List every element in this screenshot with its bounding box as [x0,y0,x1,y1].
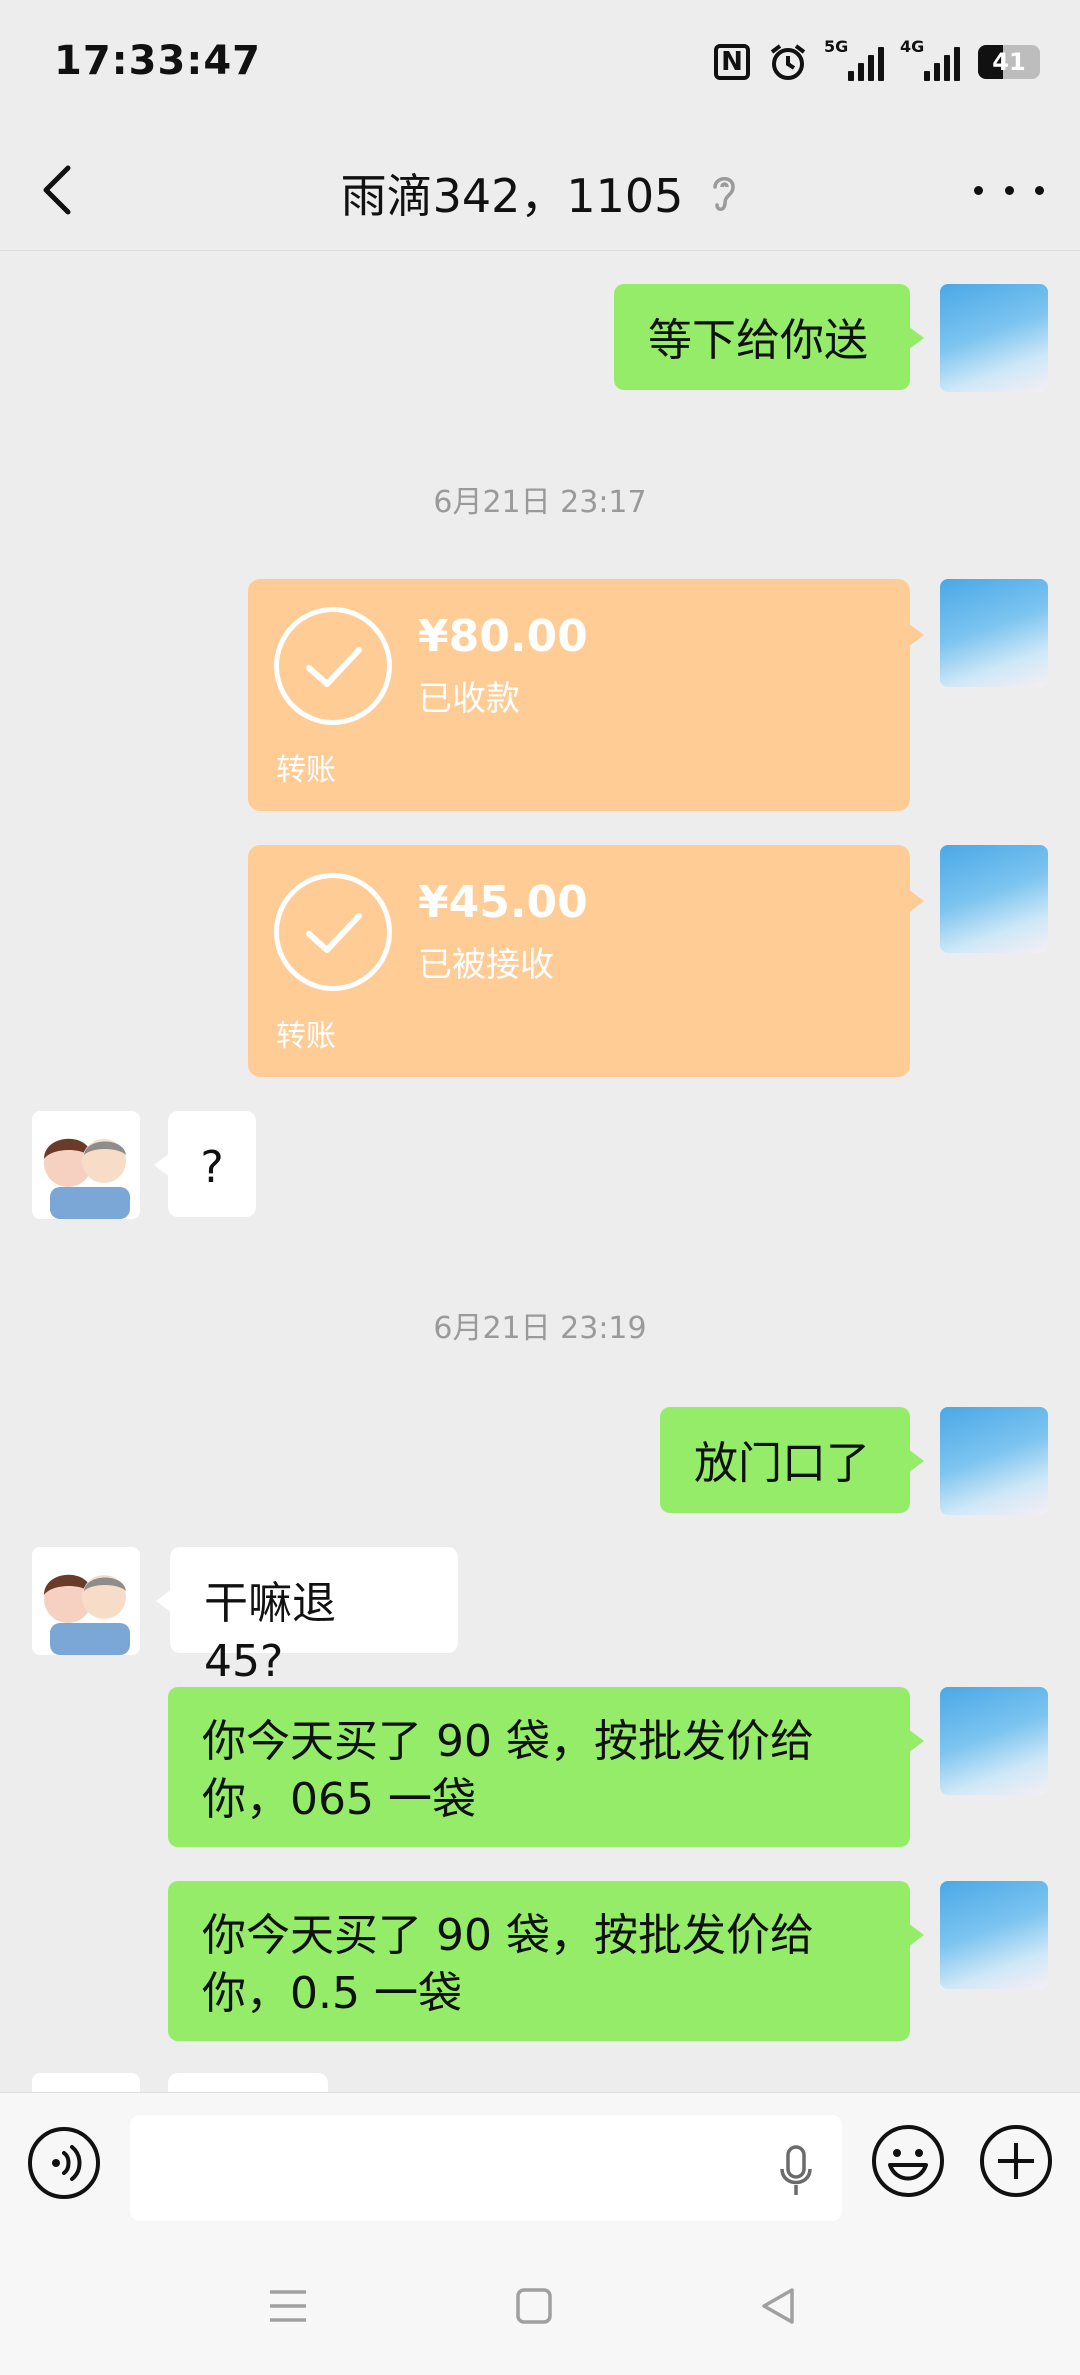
more-icon-dot [1004,185,1014,195]
back-nav-icon[interactable] [758,2286,798,2326]
chat-area: 等下给你送 6月21日 23:17 ¥80.00 已收款 转账 ¥45.00 已… [0,251,1080,2092]
message-bubble[interactable]: 干嘛退 45? [156,1547,458,1687]
signal-4g-icon: 4G [900,37,960,81]
message-bubble[interactable]: 等下给你送 [614,284,924,390]
menu-icon[interactable] [268,2288,308,2324]
status-icons: N 5G 4G 41 [714,37,1040,82]
avatar[interactable] [940,845,1048,953]
avatar[interactable] [32,2073,140,2092]
voice-icon [52,2145,82,2181]
avatar[interactable] [940,1687,1048,1795]
network-4g-label: 4G [900,37,925,56]
message-text: 干嘛退 45? [204,1578,336,1687]
more-button[interactable] [974,170,1044,210]
message-input[interactable] [130,2115,842,2221]
home-icon[interactable] [514,2286,554,2326]
message-text: 等下给你送 [648,315,868,366]
message-bubble[interactable]: ? [154,1111,256,1217]
partial-message-bottom [168,2073,328,2092]
plus-icon [980,2125,1052,2197]
voice-button[interactable] [28,2127,100,2199]
mic-icon[interactable] [776,2143,816,2197]
message-text: 你今天买了 90 袋，按批发价给你，065 一袋 [202,1716,814,1825]
network-5g-label: 5G [824,37,849,56]
check-icon [274,607,392,725]
more-icon-dot [974,185,983,195]
battery-icon: 41 [978,45,1040,79]
message-text: 你今天买了 90 袋，按批发价给你，0.5 一袋 [202,1910,814,2019]
alarm-icon [768,42,808,82]
message-bubble[interactable]: 放门口了 [660,1407,924,1513]
timestamp: 6月21日 23:19 [433,1311,647,1346]
ear-icon [713,177,736,211]
transfer-label: 转账 [276,753,336,788]
status-time: 17:33:47 [54,38,261,84]
status-bar: 17:33:47 N 5G 4G 41 [0,0,1080,130]
avatar[interactable] [940,1407,1048,1515]
battery-level: 41 [992,48,1026,76]
message-text: ? [200,1142,224,1193]
avatar[interactable] [32,1547,140,1655]
transfer-amount: ¥80.00 [418,611,588,662]
plus-button[interactable] [978,2123,1054,2199]
signal-5g-icon: 5G [824,37,884,81]
avatar[interactable] [940,1881,1048,1989]
page-title-container: 雨滴342，1105 [0,160,1080,226]
transfer-card[interactable]: ¥45.00 已被接收 转账 [248,845,924,1077]
timestamp: 6月21日 23:17 [433,485,647,520]
transfer-status: 已收款 [418,679,520,719]
message-bubble[interactable]: 你今天买了 90 袋，按批发价给你，065 一袋 [168,1687,924,1847]
chat-header: 雨滴342，1105 [0,130,1080,251]
avatar[interactable] [940,579,1048,687]
more-icon-dot [1035,185,1044,195]
transfer-label: 转账 [276,1019,336,1054]
system-nav-bar [0,2232,1080,2375]
avatar[interactable] [940,284,1048,392]
emoji-button[interactable] [870,2123,946,2199]
message-text: 放门口了 [694,1438,870,1489]
input-bar [0,2092,1080,2233]
check-icon [274,873,392,991]
chat-title: 雨滴342，1105 [340,169,684,223]
transfer-amount: ¥45.00 [418,877,588,928]
emoji-icon [872,2125,944,2197]
message-bubble[interactable]: 你今天买了 90 袋，按批发价给你，0.5 一袋 [168,1881,924,2041]
nfc-icon: N [714,44,750,80]
transfer-status: 已被接收 [418,945,554,985]
transfer-card[interactable]: ¥80.00 已收款 转账 [248,579,924,811]
avatar[interactable] [32,1111,140,1219]
